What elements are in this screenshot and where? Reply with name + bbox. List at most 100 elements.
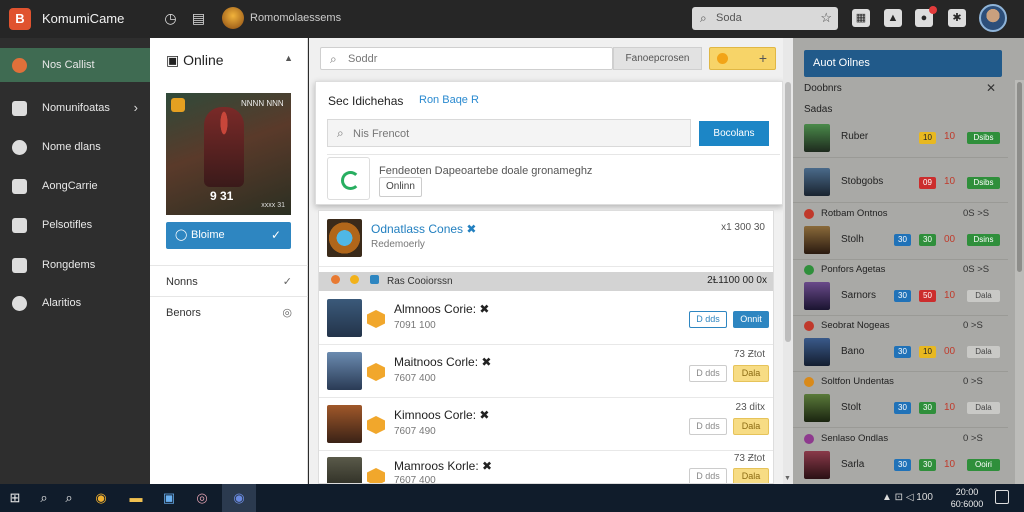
top-search[interactable]: ⌕ Soda ☆ — [692, 7, 838, 30]
friend-action-button[interactable]: Dsibs — [967, 177, 1000, 189]
popup-submit-button[interactable]: Bocolans — [699, 121, 769, 146]
friend-row[interactable]: Stolh 30 30 00 Dsins — [793, 222, 1008, 260]
search-icon[interactable]: ⌕ — [35, 489, 53, 507]
friends-panel-header[interactable]: Auot Oilnes — [804, 50, 1002, 77]
sidebar-item-profiles[interactable]: Pelsotifles — [0, 208, 150, 242]
friend-row[interactable]: Bano 30 10 00 Dala — [793, 334, 1008, 372]
panel-row-label: Nonns — [166, 276, 198, 288]
sidebar-item-programs[interactable]: Rongdems — [0, 248, 150, 282]
list-item[interactable]: Maitnoos Corle: ✖ 7607 400 73 Ƶtot D dds… — [319, 345, 773, 398]
list-item-title: Almnoos Corie: ✖ — [394, 302, 490, 316]
orange-dot-icon — [331, 275, 340, 284]
data-button[interactable]: Dala — [733, 418, 769, 435]
friend-action-button[interactable]: Ooiri — [967, 459, 1000, 471]
friend-name: Sarla — [841, 459, 865, 470]
star-icon[interactable]: ☆ — [820, 10, 832, 26]
clock-icon[interactable]: ◷ — [162, 10, 179, 27]
coin-add-button[interactable]: + — [709, 47, 776, 70]
friend-row[interactable]: Stobgobs 09 10 Dsibs — [793, 165, 1008, 203]
scrollbar-thumb[interactable] — [1017, 82, 1022, 272]
featured-game-art[interactable]: NNNN NNN 9 31 xxxx 31 — [166, 93, 291, 215]
check-icon: ✓ — [282, 276, 292, 288]
friend-row[interactable]: Stolt 30 30 10 Dala — [793, 390, 1008, 428]
list-item[interactable]: Almnoos Corie: ✖ 7091 100 D dds Onnit — [319, 292, 773, 345]
circle-icon: ◯ — [175, 229, 188, 241]
friend-action-button[interactable]: Dsibs — [967, 132, 1000, 144]
sidebar-item-communities[interactable]: Nomunifoatas › — [0, 91, 150, 125]
system-tray[interactable]: ▲ ⊡ ◁ 100 — [882, 492, 933, 503]
details-button[interactable]: D dds — [689, 311, 727, 328]
main-search-input[interactable]: ⌕ Soddr — [320, 47, 613, 70]
category-dot-icon — [804, 434, 814, 444]
target-icon: ◎ — [282, 307, 292, 319]
scroll-down-icon[interactable]: ▼ — [784, 475, 791, 482]
online-status-button[interactable]: ◯ Bloime ✓ — [166, 222, 291, 249]
close-icon[interactable]: ✕ — [986, 81, 996, 95]
windows-start-icon[interactable]: ⊞ — [6, 489, 24, 507]
friend-action-button[interactable]: Dsins — [967, 234, 1000, 246]
store-icon[interactable]: ▣ — [160, 489, 178, 507]
list-item-subtitle: 7607 400 — [394, 475, 436, 484]
main-search-placeholder: Soddr — [348, 53, 378, 65]
popup-search-input[interactable]: ⌕ Nis Frencot — [327, 119, 691, 147]
popup-title: Sec Idichehas — [328, 94, 404, 108]
details-button[interactable]: D dds — [689, 365, 727, 382]
username[interactable]: Romomolaessems — [250, 12, 341, 24]
sidebar-item-alarms[interactable]: Alaritios — [0, 286, 150, 320]
sidebar-item-games[interactable]: AongCarrie — [0, 169, 150, 203]
details-button[interactable]: D dds — [689, 468, 727, 483]
list-item-featured[interactable]: Odnatlass Cones ✖ Redemoerly x1 300 30 — [319, 211, 773, 267]
collapse-icon[interactable]: ▲ — [284, 53, 293, 63]
friend-row[interactable]: Sarla 30 30 10 Ooiri — [793, 447, 1008, 484]
clock[interactable]: 20:00 60:6000 — [948, 486, 986, 510]
scrollbar-thumb[interactable] — [785, 82, 791, 342]
panel-row-label: Benors — [166, 307, 201, 319]
sidebar-item-news[interactable]: Nome dlans — [0, 130, 150, 164]
game-list: Odnatlass Cones ✖ Redemoerly x1 300 30 R… — [318, 210, 774, 484]
top-bar: B KomumiCame ◷ ▤ Romomolaessems ⌕ Soda ☆… — [0, 0, 1024, 38]
alarm-icon — [12, 296, 27, 311]
gem-icon — [367, 310, 385, 328]
list-item-title: Kimnoos Corle: ✖ — [394, 408, 490, 422]
upload-icon[interactable]: ▲ — [884, 9, 902, 27]
sidebar-item-home[interactable]: Nos Callist — [0, 48, 150, 82]
panel-row-names[interactable]: Nonns ✓ — [150, 265, 308, 297]
app-icon[interactable]: ◎ — [193, 489, 211, 507]
popup-online-tag[interactable]: Onlinn — [379, 177, 422, 197]
online-button[interactable]: Onnit — [733, 311, 769, 328]
chevron-right-icon: › — [133, 100, 138, 115]
sort-button[interactable]: Fanoepcrosen — [613, 47, 702, 70]
list-item[interactable]: Mamroos Korle: ✖ 7607 400 73 Ƶtot D dds … — [319, 451, 773, 484]
friend-action-button[interactable]: Dala — [967, 290, 1000, 302]
chrome-icon[interactable]: ◉ — [92, 489, 110, 507]
friend-action-button[interactable]: Dala — [967, 402, 1000, 414]
friend-row[interactable]: Ruber 10 10 Dsibs — [793, 120, 1008, 158]
active-app-tab[interactable]: ◉ — [222, 484, 256, 512]
game-logo-icon[interactable] — [327, 157, 370, 200]
panel-row-banners[interactable]: Benors ◎ — [150, 296, 308, 328]
news-icon[interactable]: ▤ — [190, 10, 207, 27]
friend-count: 00 — [944, 234, 956, 245]
data-button[interactable]: Dala — [733, 365, 769, 382]
friend-action-button[interactable]: Dala — [967, 346, 1000, 358]
main-scrollbar[interactable]: ▼ — [783, 38, 793, 484]
popup-link[interactable]: Ron Baqe R — [419, 94, 479, 106]
details-button[interactable]: D dds — [689, 418, 727, 435]
profile-avatar[interactable] — [979, 4, 1007, 32]
friends-scrollbar[interactable] — [1015, 80, 1024, 484]
folder-icon[interactable]: ▬ — [127, 489, 145, 507]
user-avatar[interactable] — [222, 7, 244, 29]
list-item[interactable]: Kimnoos Corle: ✖ 7607 490 23 ditx D dds … — [319, 398, 773, 451]
library-icon[interactable]: ▦ — [852, 9, 870, 27]
friend-row[interactable]: Sarnors 30 50 10 Dala — [793, 278, 1008, 316]
search-icon[interactable]: ⌕ — [60, 489, 78, 507]
settings-icon[interactable]: ✱ — [948, 9, 966, 27]
friend-avatar — [804, 451, 830, 479]
data-button[interactable]: Dala — [733, 468, 769, 483]
sidebar-item-label: AongCarrie — [42, 180, 98, 192]
friend-avatar — [804, 338, 830, 366]
friends-section-label: Sadas — [804, 104, 833, 115]
app-logo[interactable]: B — [9, 8, 31, 30]
notification-center-icon[interactable] — [995, 490, 1009, 504]
divider — [327, 154, 780, 155]
